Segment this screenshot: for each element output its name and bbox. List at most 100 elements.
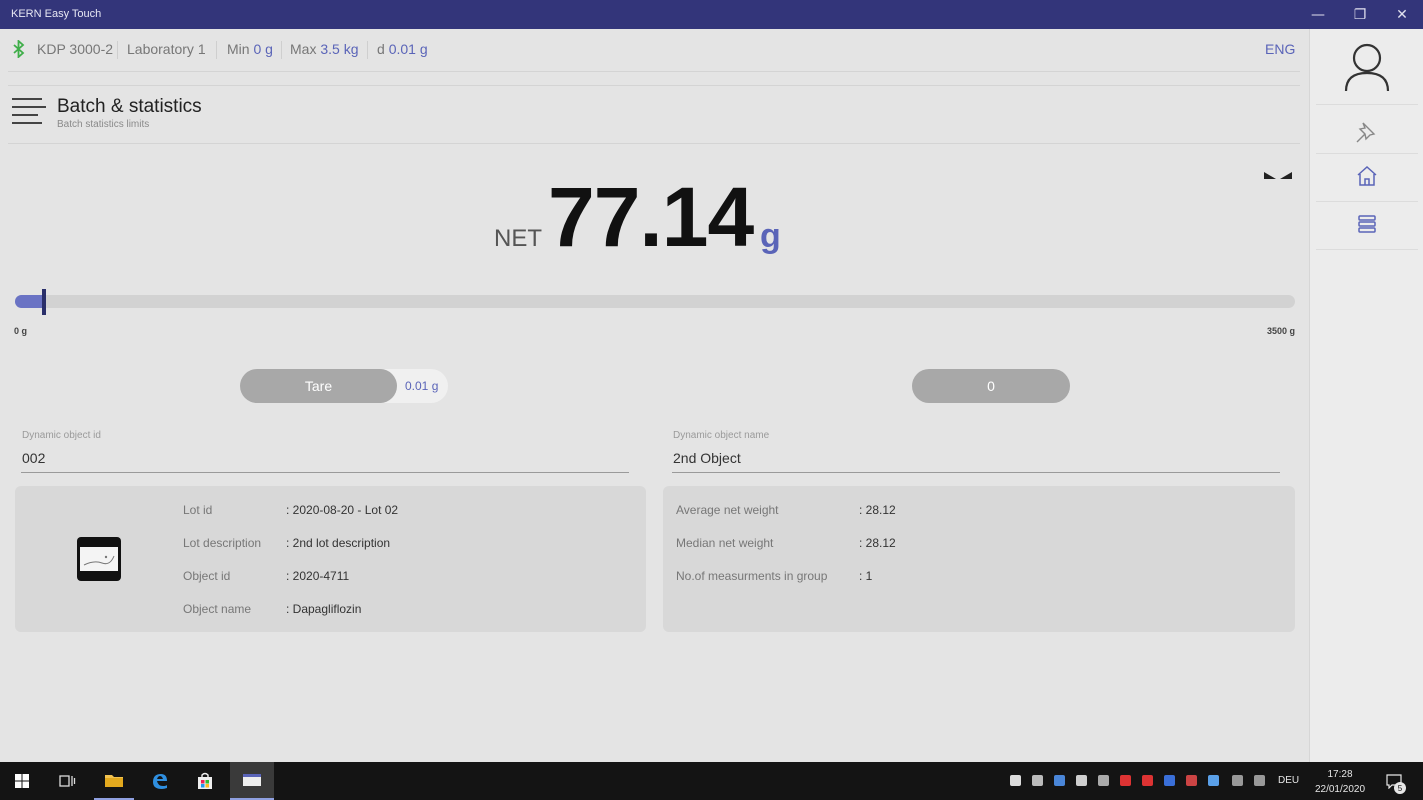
tray-app-icon[interactable] [1054, 775, 1065, 786]
stat-key: No.of measurments in group [676, 569, 828, 583]
tare-control: Tare 0.01 g [240, 369, 448, 403]
tray-bluetooth-icon[interactable] [1164, 775, 1175, 786]
tray-date: 22/01/2020 [1314, 784, 1366, 795]
window-title: KERN Easy Touch [11, 8, 102, 20]
lot-info-key: Object name [183, 602, 252, 616]
bluetooth-icon [13, 40, 25, 58]
task-view-button[interactable] [46, 762, 88, 800]
zero-button[interactable]: 0 [912, 369, 1070, 403]
min-capacity: Min 0 g [227, 41, 273, 57]
net-label: NET [494, 225, 542, 252]
tray-app-icon[interactable] [1076, 775, 1087, 786]
home-icon[interactable] [1354, 163, 1380, 189]
windows-taskbar: DEU 17:28 22/01/2020 5 [0, 762, 1423, 800]
tray-volume-icon[interactable] [1254, 775, 1265, 786]
tare-button[interactable]: Tare [240, 369, 397, 403]
stability-indicator-icon [1264, 172, 1292, 179]
divider [8, 71, 1300, 72]
database-icon[interactable] [1354, 211, 1380, 237]
divider [216, 41, 217, 59]
page-title: Batch & statistics [57, 96, 202, 117]
object-name-label: Dynamic object name [673, 430, 770, 441]
close-button[interactable]: ✕ [1380, 0, 1423, 29]
app-window: KERN Easy Touch — ❐ ✕ KDP 3000-2 Laborat… [0, 0, 1423, 800]
language-selector[interactable]: ENG [1265, 41, 1295, 57]
tray-defender-icon[interactable] [1010, 775, 1021, 786]
edge-browser-button[interactable] [140, 762, 180, 800]
page-subtitle: Batch statistics limits [57, 119, 150, 130]
tray-time: 17:28 [1327, 769, 1353, 780]
tray-app-icon[interactable] [1186, 775, 1197, 786]
divider [117, 41, 118, 59]
object-name-input[interactable] [672, 443, 1280, 473]
capacity-min-label: 0 g [14, 326, 28, 336]
tray-wifi-icon[interactable] [1232, 775, 1243, 786]
lot-info-value: : 2nd lot description [286, 536, 391, 550]
max-capacity: Max 3.5 kg [290, 41, 358, 57]
divider [281, 41, 282, 59]
tray-alert-icon[interactable] [1120, 775, 1131, 786]
tray-app-icon[interactable] [1208, 775, 1219, 786]
divider [1316, 104, 1418, 105]
capacity-max-label: 3500 g [1266, 326, 1295, 336]
location-name[interactable]: Laboratory 1 [127, 41, 206, 57]
max-value: 3.5 kg [320, 41, 359, 57]
capacity-bar-fill [15, 295, 44, 308]
capacity-marker [42, 289, 46, 315]
object-id-input[interactable] [21, 443, 629, 473]
divider [8, 85, 1300, 86]
d-label: d [377, 41, 385, 57]
capacity-bar [15, 295, 1295, 308]
object-id-label: Dynamic object id [22, 430, 101, 441]
user-icon[interactable] [1342, 41, 1392, 93]
start-button[interactable] [0, 762, 44, 800]
pin-icon[interactable] [1354, 119, 1380, 145]
task-view-icon [59, 775, 76, 787]
file-explorer-button[interactable] [94, 762, 134, 800]
minimize-icon: — [1311, 6, 1325, 23]
notification-count-badge: 5 [1394, 782, 1406, 794]
divider [1316, 153, 1418, 154]
readability: d 0.01 g [377, 41, 428, 57]
max-label: Max [290, 41, 317, 57]
kern-app-button[interactable] [230, 762, 274, 800]
divider [1316, 249, 1418, 250]
lot-info-value: : 2020-4711 [286, 569, 350, 583]
store-icon [198, 772, 212, 789]
title-bar: KERN Easy Touch — ❐ ✕ [0, 0, 1423, 29]
tray-language[interactable]: DEU [1278, 775, 1299, 786]
object-image-icon [77, 537, 121, 581]
edge-icon [153, 774, 167, 789]
right-sidebar [1309, 29, 1423, 762]
d-value: 0.01 g [388, 41, 428, 57]
lot-info-value: : Dapagliflozin [286, 602, 362, 616]
min-value: 0 g [253, 41, 273, 57]
stat-value: : 1 [859, 569, 873, 583]
store-button[interactable] [184, 762, 226, 800]
lot-info-value: : 2020-08-20 - Lot 02 [286, 503, 399, 517]
tray-clock[interactable]: 17:28 22/01/2020 [1312, 767, 1368, 797]
statistics-panel: Average net weight : 28.12 Median net weig… [663, 486, 1295, 632]
tray-app-icon[interactable] [1142, 775, 1153, 786]
lot-info-key: Lot id [183, 503, 213, 517]
stat-value: : 28.12 [859, 536, 896, 550]
tray-cloud-icon[interactable] [1098, 775, 1109, 786]
tray-network-icon[interactable] [1032, 775, 1043, 786]
stat-key: Median net weight [676, 536, 774, 550]
divider [367, 41, 368, 59]
tare-value: 0.01 g [405, 379, 439, 393]
divider [8, 143, 1300, 144]
maximize-button[interactable]: ❐ [1338, 0, 1382, 29]
minimize-button[interactable]: — [1296, 0, 1340, 29]
device-name[interactable]: KDP 3000-2 [37, 41, 113, 57]
stat-value: : 28.12 [859, 503, 896, 517]
close-icon: ✕ [1396, 6, 1408, 23]
main-area: KDP 3000-2 Laboratory 1 Min 0 g Max 3.5 … [0, 29, 1309, 762]
stat-key: Average net weight [676, 503, 779, 517]
weight-value: 77.14 [548, 170, 754, 264]
maximize-icon: ❐ [1353, 6, 1367, 23]
lot-info-key: Lot description [183, 536, 262, 550]
weight-unit: g [760, 217, 781, 255]
lot-info-key: Object id [183, 569, 231, 583]
menu-icon[interactable] [12, 97, 46, 131]
